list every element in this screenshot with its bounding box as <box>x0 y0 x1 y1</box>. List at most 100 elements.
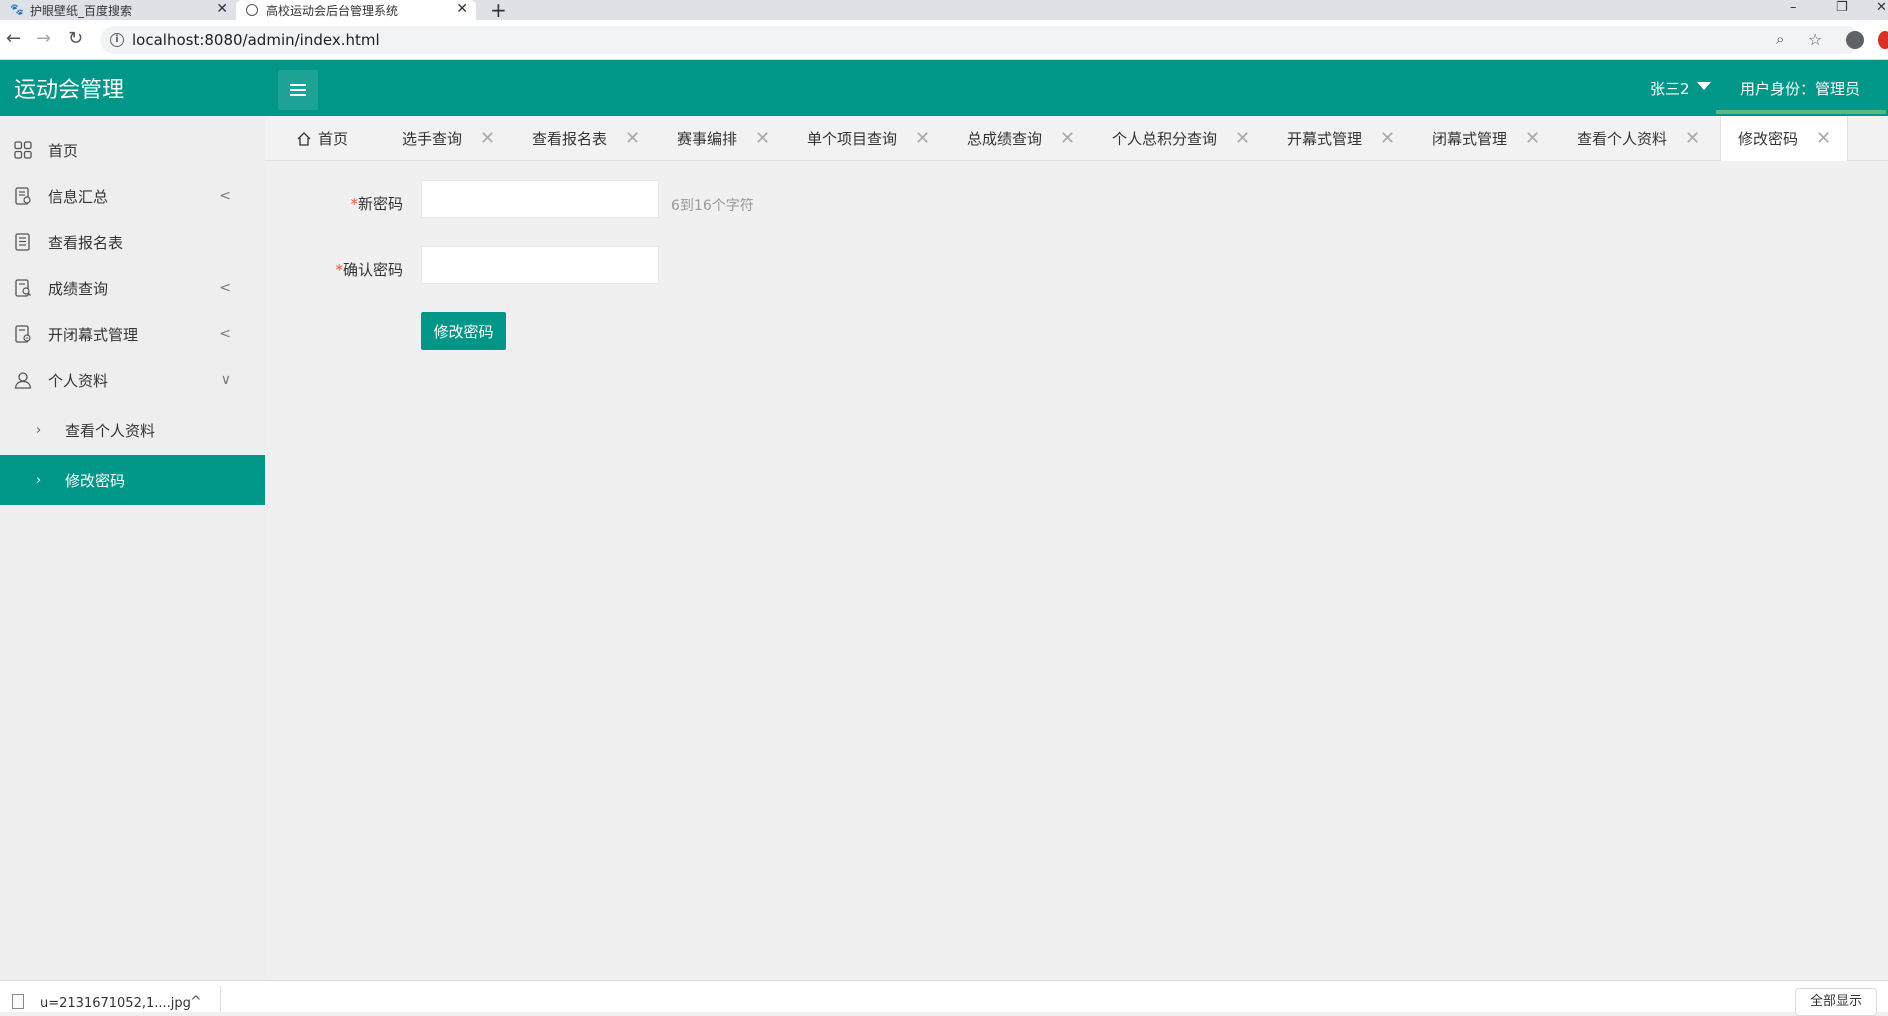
user-icon <box>14 372 32 389</box>
close-tab-icon[interactable]: ✕ <box>216 0 228 18</box>
close-icon[interactable]: ✕ <box>1685 128 1700 149</box>
sidebar-item-info-summary[interactable]: 信息汇总 < <box>0 173 265 219</box>
header-nav-underline <box>1716 110 1886 114</box>
page-tab-registration-list[interactable]: 查看报名表 ✕ <box>532 116 640 161</box>
sidebar-item-label: 查看报名表 <box>48 233 124 252</box>
page-tab-label: 总成绩查询 <box>967 130 1043 148</box>
page-tab-change-password[interactable]: 修改密码 ✕ <box>1720 116 1848 161</box>
page-tab-opening-ceremony[interactable]: 开幕式管理 ✕ <box>1287 116 1395 161</box>
confirm-password-input[interactable] <box>421 246 659 284</box>
restore-button[interactable]: ❐ <box>1836 0 1848 15</box>
page-tab-player-query[interactable]: 选手查询 ✕ <box>402 116 495 161</box>
browser-tab-title: 护眼壁纸_百度搜索 <box>30 3 133 18</box>
extension-icon[interactable] <box>1878 31 1888 49</box>
star-icon[interactable]: ☆ <box>1808 30 1822 49</box>
close-icon[interactable]: ✕ <box>1525 128 1540 149</box>
sidebar-subitem-view-profile[interactable]: › 查看个人资料 <box>0 405 265 455</box>
new-tab-button[interactable]: + <box>490 0 507 22</box>
hamburger-line <box>290 84 306 86</box>
document-icon <box>15 187 31 205</box>
close-icon[interactable]: ✕ <box>625 128 640 149</box>
close-window-button[interactable]: ✕ <box>1876 0 1887 15</box>
close-icon[interactable]: ✕ <box>1060 128 1075 149</box>
sidebar-subitem-change-password[interactable]: › 修改密码 <box>0 455 265 505</box>
change-password-button[interactable]: 修改密码 <box>421 312 506 350</box>
baidu-paw-icon: 🐾 <box>10 3 24 16</box>
page-tab-label: 个人总积分查询 <box>1112 130 1218 148</box>
page-tab-label: 修改密码 <box>1738 130 1799 148</box>
confirm-password-label-text: 确认密码 <box>342 261 403 279</box>
sidebar-item-ceremony-management[interactable]: 开闭幕式管理 < <box>0 311 265 357</box>
sidebar-subitem-label: 修改密码 <box>65 471 126 490</box>
url-text[interactable]: localhost:8080/admin/index.html <box>132 31 380 49</box>
close-icon[interactable]: ✕ <box>755 128 770 149</box>
page-tab-label: 选手查询 <box>402 130 463 148</box>
caret-down-icon[interactable] <box>1697 82 1711 90</box>
home-icon <box>297 131 311 146</box>
hamburger-line <box>290 94 306 96</box>
page-tab-label: 查看个人资料 <box>1577 130 1668 148</box>
close-icon[interactable]: ✕ <box>1816 128 1831 149</box>
required-mark: * <box>350 195 358 213</box>
sidebar-item-score-query[interactable]: 成绩查询 < <box>0 265 265 311</box>
dashboard-icon <box>14 141 32 159</box>
close-icon[interactable]: ✕ <box>1380 128 1395 149</box>
new-password-label: *新密码 <box>283 193 403 214</box>
sidebar-subitem-label: 查看个人资料 <box>65 421 156 440</box>
profile-avatar-icon[interactable] <box>1846 31 1864 49</box>
chevron-left-icon: < <box>219 188 231 204</box>
download-file-name[interactable]: u=2131671052,1....jpg <box>40 996 191 1011</box>
globe-icon <box>246 4 258 16</box>
user-menu[interactable]: 张三2 <box>1650 78 1690 99</box>
page-tab-label: 首页 <box>318 130 349 148</box>
page-tab-label: 赛事编排 <box>677 130 738 148</box>
back-arrow-icon[interactable]: ← <box>6 28 21 49</box>
menu-toggle-button[interactable] <box>278 70 318 110</box>
forward-arrow-icon[interactable]: → <box>36 28 51 49</box>
chevron-left-icon: < <box>219 280 231 296</box>
sidebar-item-registration-list[interactable]: 查看报名表 <box>0 219 265 265</box>
page-tab-total-score-query[interactable]: 总成绩查询 ✕ <box>967 116 1075 161</box>
chevron-left-icon: < <box>219 326 231 342</box>
sidebar-item-label: 个人资料 <box>48 371 109 390</box>
close-icon[interactable]: ✕ <box>915 128 930 149</box>
page-tab-label: 开幕式管理 <box>1287 130 1363 148</box>
app-logo: 运动会管理 <box>14 78 125 103</box>
page-tab-label: 单个项目查询 <box>807 130 898 148</box>
page-tab-personal-points-query[interactable]: 个人总积分查询 ✕ <box>1112 116 1250 161</box>
page-tab-single-event-query[interactable]: 单个项目查询 ✕ <box>807 116 930 161</box>
sidebar-item-profile[interactable]: 个人资料 ∨ <box>0 357 265 403</box>
user-role: 用户身份：管理员 <box>1740 80 1861 98</box>
hamburger-line <box>290 89 306 91</box>
download-bar <box>0 980 1888 1012</box>
file-icon <box>12 994 24 1009</box>
page-tab-label: 闭幕式管理 <box>1432 130 1508 148</box>
browser-tab-baidu[interactable]: 🐾 护眼壁纸_百度搜索 ✕ <box>0 0 236 20</box>
reload-icon[interactable]: ↻ <box>68 28 83 49</box>
page-tab-closing-ceremony[interactable]: 闭幕式管理 ✕ <box>1432 116 1540 161</box>
page-tab-view-profile[interactable]: 查看个人资料 ✕ <box>1577 116 1700 161</box>
info-icon[interactable]: i <box>110 33 124 47</box>
page-tab-schedule[interactable]: 赛事编排 ✕ <box>677 116 770 161</box>
confirm-password-label: *确认密码 <box>283 259 403 280</box>
close-icon[interactable]: ✕ <box>1235 128 1250 149</box>
browser-tab-admin[interactable]: 高校运动会后台管理系统 ✕ <box>236 0 476 20</box>
minimize-button[interactable]: – <box>1790 0 1797 15</box>
chevron-up-icon[interactable]: ^ <box>190 994 202 1010</box>
page-tab-home[interactable]: 首页 <box>296 116 348 161</box>
settings-doc-icon <box>15 325 31 343</box>
close-tab-icon[interactable]: ✕ <box>456 0 468 18</box>
chevron-right-icon: › <box>36 472 42 488</box>
search-doc-icon <box>15 279 31 297</box>
close-icon[interactable]: ✕ <box>480 128 495 149</box>
sidebar-item-home[interactable]: 首页 <box>0 127 265 173</box>
sidebar-item-label: 信息汇总 <box>48 187 109 206</box>
sidebar-item-label: 开闭幕式管理 <box>48 325 139 344</box>
list-icon <box>15 233 30 251</box>
chevron-down-icon: ∨ <box>220 372 231 388</box>
divider <box>220 986 221 1012</box>
new-password-input[interactable] <box>421 180 659 218</box>
sidebar-item-label: 首页 <box>48 141 79 160</box>
page-tab-label: 查看报名表 <box>532 130 608 148</box>
zoom-icon[interactable]: ⌕ <box>1776 30 1784 48</box>
